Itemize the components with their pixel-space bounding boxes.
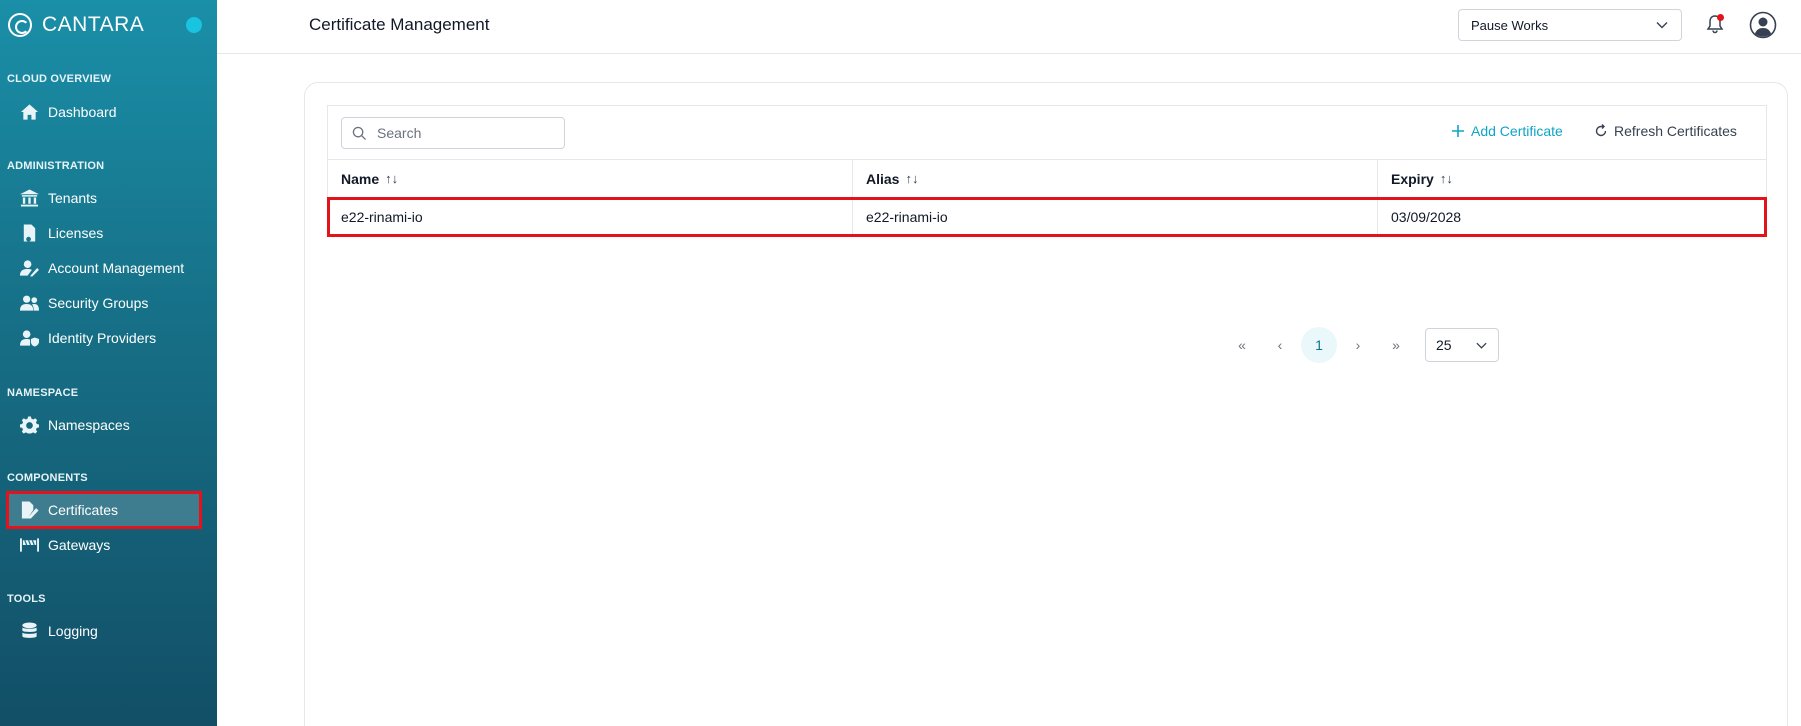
tenant-select-value: Pause Works [1471, 17, 1549, 33]
gear-icon [19, 416, 39, 434]
gateway-barrier-icon [19, 536, 39, 554]
sidebar-item-label: Identity Providers [48, 330, 157, 346]
notification-badge [1717, 14, 1724, 21]
section-cloud-overview: CLOUD OVERVIEW [7, 73, 112, 85]
user-avatar-button[interactable] [1749, 11, 1777, 39]
sidebar-item-label: Dashboard [48, 104, 117, 120]
sidebar-item-dashboard[interactable]: Dashboard [9, 96, 199, 128]
sidebar-item-identity-providers[interactable]: Identity Providers [9, 322, 199, 354]
sidebar-item-tenants[interactable]: Tenants [9, 182, 199, 214]
sidebar-item-label: Certificates [48, 502, 119, 518]
sidebar-item-label: Logging [48, 623, 98, 639]
refresh-certificates-button[interactable]: Refresh Certificates [1594, 123, 1737, 139]
sidebar-item-label: Tenants [48, 190, 98, 206]
sidebar-item-label: Licenses [48, 225, 104, 241]
notifications-button[interactable] [1704, 13, 1726, 35]
sidebar-item-label: Gateways [48, 537, 111, 553]
column-header-label: Name [341, 170, 380, 187]
certificates-table: Add Certificate Refresh Certificates Nam… [327, 105, 1767, 237]
add-certificate-button[interactable]: Add Certificate [1451, 123, 1563, 139]
sidebar-item-security-groups[interactable]: Security Groups [9, 287, 199, 319]
sidebar-item-namespaces[interactable]: Namespaces [9, 409, 199, 441]
column-header-alias[interactable]: Alias ↑↓ [852, 160, 1377, 197]
table-toolbar: Add Certificate Refresh Certificates [328, 106, 1766, 160]
first-page-button[interactable]: « [1223, 328, 1261, 362]
sidebar: CANTARA CLOUD OVERVIEW Dashboard ADMINIS… [0, 0, 217, 726]
home-icon [19, 103, 39, 121]
brand-name: CANTARA [42, 13, 145, 36]
sidebar-item-certificates[interactable]: Certificates [6, 491, 202, 529]
sidebar-item-label: Namespaces [48, 417, 130, 433]
column-header-expiry[interactable]: Expiry ↑↓ [1377, 160, 1766, 197]
sort-icon[interactable]: ↑↓ [385, 171, 398, 186]
table-header-row: Name ↑↓ Alias ↑↓ Expiry ↑↓ [328, 160, 1766, 198]
column-header-label: Expiry [1391, 170, 1434, 187]
database-icon [19, 622, 39, 640]
sidebar-item-label: Account Management [48, 260, 185, 276]
tenants-building-icon [19, 189, 39, 207]
sidebar-item-gateways[interactable]: Gateways [9, 529, 199, 561]
sidebar-item-label: Security Groups [48, 295, 149, 311]
sort-icon[interactable]: ↑↓ [905, 171, 918, 186]
column-header-name[interactable]: Name ↑↓ [328, 160, 852, 197]
user-shield-icon [19, 329, 39, 347]
refresh-icon [1595, 124, 1607, 137]
sidebar-item-licenses[interactable]: Licenses [9, 217, 199, 249]
search-icon [352, 126, 367, 140]
sort-icon[interactable]: ↑↓ [1440, 171, 1453, 186]
tenant-select[interactable]: Pause Works [1458, 9, 1682, 41]
chevron-down-icon [1476, 342, 1487, 349]
section-namespace: NAMESPACE [7, 387, 79, 399]
certificates-card: Add Certificate Refresh Certificates Nam… [304, 82, 1788, 726]
search-input[interactable] [377, 125, 547, 141]
refresh-certificates-label: Refresh Certificates [1614, 123, 1737, 139]
column-header-label: Alias [866, 170, 900, 187]
add-certificate-label: Add Certificate [1471, 123, 1563, 139]
brand[interactable]: CANTARA [8, 12, 144, 38]
user-edit-icon [19, 259, 39, 277]
cell-expiry: 03/09/2028 [1377, 198, 1766, 235]
table-row[interactable]: e22-rinami-io e22-rinami-io 03/09/2028 [327, 197, 1767, 237]
section-administration: ADMINISTRATION [7, 160, 105, 172]
cell-name: e22-rinami-io [341, 208, 423, 225]
page-size-value: 25 [1436, 337, 1452, 353]
last-page-button[interactable]: » [1377, 328, 1415, 362]
section-components: COMPONENTS [7, 472, 88, 484]
plus-icon [1452, 125, 1464, 137]
cantara-logo-icon [8, 13, 32, 37]
next-page-button[interactable]: › [1339, 328, 1377, 362]
user-circle-icon [1749, 11, 1777, 39]
sidebar-item-account-management[interactable]: Account Management [9, 252, 199, 284]
cell-alias: e22-rinami-io [852, 198, 1377, 235]
pagination: « ‹ 1 › » 25 [1223, 327, 1499, 363]
page-size-select[interactable]: 25 [1425, 328, 1499, 362]
prev-page-button[interactable]: ‹ [1261, 328, 1299, 362]
page-title: Certificate Management [309, 15, 490, 34]
certificate-icon [19, 501, 39, 519]
user-group-icon [19, 294, 39, 312]
search-box[interactable] [341, 117, 565, 149]
top-header: Certificate Management Pause Works [217, 0, 1801, 54]
sidebar-item-logging[interactable]: Logging [9, 615, 199, 647]
section-tools: TOOLS [7, 593, 46, 605]
page-number-current[interactable]: 1 [1301, 327, 1337, 363]
license-document-icon [19, 224, 39, 242]
sidebar-toggle-dot[interactable] [186, 17, 202, 33]
chevron-down-icon [1656, 22, 1668, 29]
